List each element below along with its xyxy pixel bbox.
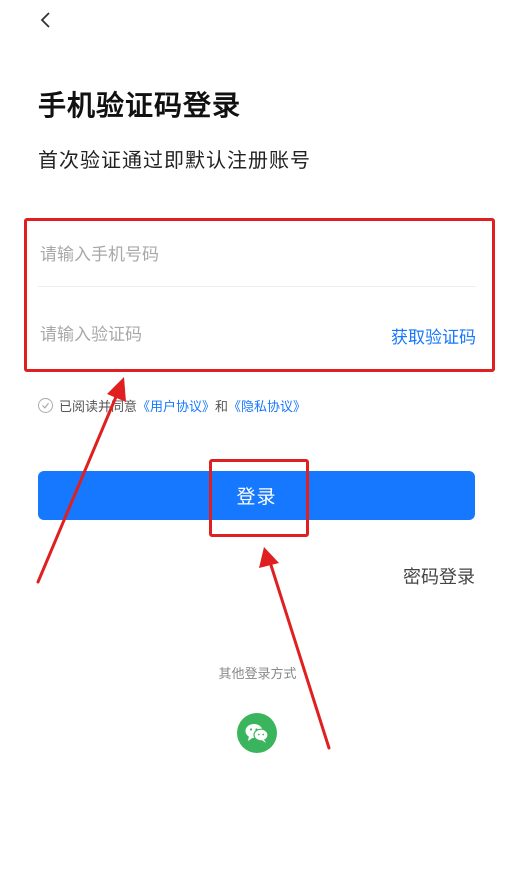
annotation-arrows <box>36 377 331 750</box>
chevron-left-icon <box>40 12 50 28</box>
login-button-label: 登录 <box>236 486 277 508</box>
privacy-agreement-link[interactable]: 《隐私协议》 <box>228 396 306 415</box>
login-button[interactable]: 登录 <box>38 471 475 520</box>
agreement-row: 已阅读并同意 《用户协议》 和 《隐私协议》 <box>38 396 306 415</box>
phone-input[interactable] <box>38 244 342 266</box>
wechat-icon <box>245 724 269 743</box>
get-code-button[interactable]: 获取验证码 <box>391 323 476 348</box>
other-login-label: 其他登录方式 <box>218 667 297 682</box>
agreement-checkbox[interactable] <box>38 398 53 413</box>
code-field-row: 获取验证码 <box>38 304 476 366</box>
verification-code-input[interactable] <box>38 324 342 346</box>
agreement-and: 和 <box>215 400 229 415</box>
phone-field-row <box>38 224 476 287</box>
check-icon <box>42 402 49 409</box>
page-title: 手机验证码登录 <box>38 89 242 122</box>
login-form: 获取验证码 <box>38 222 476 366</box>
user-agreement-link[interactable]: 《用户协议》 <box>137 396 215 415</box>
password-login-link[interactable]: 密码登录 <box>403 563 475 589</box>
wechat-login-button[interactable] <box>237 713 277 753</box>
page-subtitle: 首次验证通过即默认注册账号 <box>38 148 311 172</box>
agreement-prefix: 已阅读并同意 <box>59 400 138 415</box>
back-button[interactable] <box>34 8 58 32</box>
